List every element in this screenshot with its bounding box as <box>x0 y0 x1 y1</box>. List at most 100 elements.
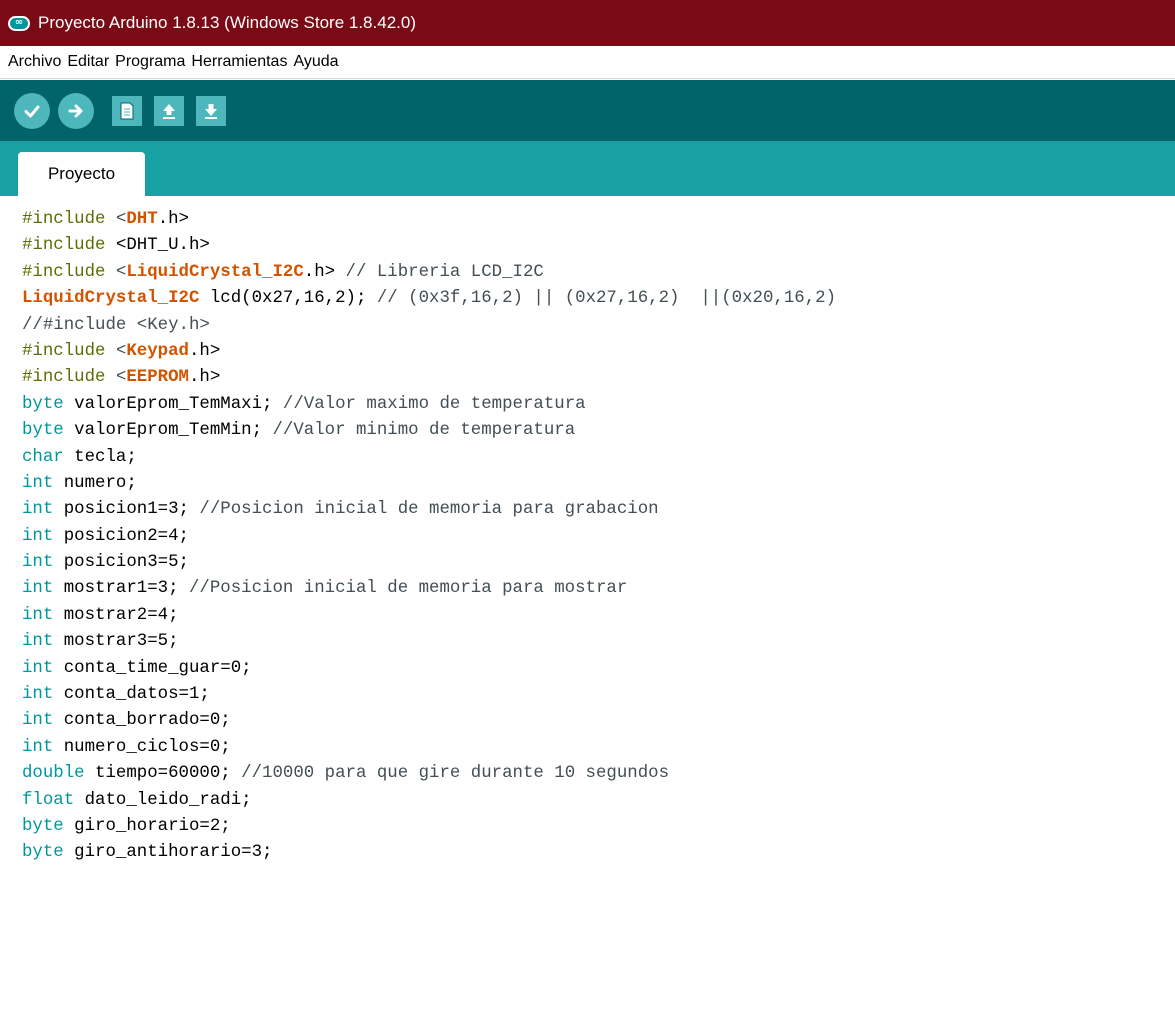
code-token: int <box>22 632 54 652</box>
code-token: //Posicion inicial de memoria para mostr… <box>178 579 628 599</box>
code-line: byte giro_antihorario=3; <box>22 840 836 866</box>
code-line: //#include <Key.h> <box>22 313 836 339</box>
code-text[interactable]: #include <DHT.h> #include <DHT_U.h> #inclu… <box>22 207 836 867</box>
code-line: int numero; <box>22 471 836 497</box>
arrow-right-icon <box>68 104 83 117</box>
code-line: #include <DHT.h> <box>22 207 836 233</box>
code-token: char <box>22 447 64 467</box>
code-token: byte <box>22 816 64 836</box>
code-line: #include <DHT_U.h> <box>22 233 836 259</box>
code-token: .h> <box>189 368 221 388</box>
code-token: numero_ciclos=0; <box>53 737 231 757</box>
code-token: //Valor maximo de temperatura <box>272 394 586 414</box>
title-bar: ∞ Proyecto Arduino 1.8.13 (Windows Store… <box>0 0 1175 46</box>
code-token: int <box>22 500 54 520</box>
code-token: #include <box>22 262 116 282</box>
code-token: conta_time_guar=0; <box>53 658 252 678</box>
code-line: LiquidCrystal_I2C lcd(0x27,16,2); // (0x… <box>22 286 836 312</box>
code-line: int numero_ciclos=0; <box>22 735 836 761</box>
code-token: DHT <box>126 210 158 229</box>
code-token: mostrar1=3; <box>53 579 179 599</box>
code-line: int posicion3=5; <box>22 550 836 576</box>
upload-button[interactable] <box>58 92 94 129</box>
code-token: posicion2=4; <box>53 526 189 546</box>
code-line: int mostrar2=4; <box>22 603 836 629</box>
window-title: Proyecto Arduino 1.8.13 (Windows Store 1… <box>38 13 416 32</box>
code-token: < <box>115 368 127 388</box>
toolbar <box>0 80 1175 141</box>
code-token: byte <box>22 421 64 441</box>
code-token: giro_antihorario=3; <box>63 843 273 863</box>
open-arrow-up-icon <box>163 103 175 119</box>
code-line: byte valorEprom_TemMaxi; //Valor maximo … <box>22 392 836 418</box>
code-token: giro_horario=2; <box>63 816 231 836</box>
save-arrow-down-icon <box>205 103 217 119</box>
code-token: #include <box>22 341 116 361</box>
code-line: int conta_datos=1; <box>22 682 836 708</box>
code-token: < <box>115 341 127 361</box>
code-token: conta_datos=1; <box>53 685 210 705</box>
code-token: int <box>22 579 54 599</box>
code-token: int <box>22 711 54 731</box>
code-token: mostrar2=4; <box>53 605 179 625</box>
code-token: int <box>22 473 54 493</box>
code-token: LiquidCrystal_I2C <box>126 262 304 282</box>
code-token: .h> <box>303 262 336 282</box>
code-token: int <box>22 737 54 757</box>
code-token: Keypad <box>126 341 189 361</box>
code-line: #include <Keypad.h> <box>22 339 836 365</box>
code-editor[interactable]: #include <DHT.h> #include <DHT_U.h> #inclu… <box>0 196 1175 1009</box>
code-token: .h> <box>157 210 189 229</box>
code-token: tecla; <box>63 447 137 467</box>
code-token: valorEprom_TemMaxi; <box>63 394 273 414</box>
verify-button[interactable] <box>14 92 50 129</box>
code-token: byte <box>22 843 64 863</box>
code-token: posicion3=5; <box>53 553 189 573</box>
code-token: LiquidCrystal_I2C <box>22 289 200 309</box>
code-line: int conta_borrado=0; <box>22 708 836 734</box>
code-line: byte valorEprom_TemMin; //Valor minimo d… <box>22 418 836 444</box>
code-token: float <box>22 790 75 810</box>
code-token: //#include <Key.h> <box>22 315 210 335</box>
tab-proyecto[interactable]: Proyecto <box>18 152 145 196</box>
code-token: #include <box>22 236 116 256</box>
menu-herramientas[interactable]: Herramientas <box>191 51 293 73</box>
menu-archivo[interactable]: Archivo <box>8 51 67 73</box>
open-button[interactable] <box>154 95 184 126</box>
code-token: numero; <box>53 473 137 493</box>
code-token: conta_borrado=0; <box>53 711 231 731</box>
new-document-icon <box>120 102 134 119</box>
code-token: posicion1=3; <box>53 500 189 520</box>
arduino-infinity-icon: ∞ <box>8 15 30 31</box>
menu-programa[interactable]: Programa <box>115 51 191 73</box>
code-token: < <box>115 262 127 282</box>
new-button[interactable] <box>112 95 142 126</box>
code-token: double <box>22 764 85 784</box>
code-line: #include <EEPROM.h> <box>22 365 836 391</box>
code-line: double tiempo=60000; //10000 para que gi… <box>22 761 836 787</box>
code-line: int conta_time_guar=0; <box>22 656 836 682</box>
save-button[interactable] <box>196 95 226 126</box>
code-token: #include <box>22 210 116 229</box>
code-token: dato_leido_radi; <box>74 790 252 810</box>
code-token: mostrar3=5; <box>53 632 179 652</box>
code-token: int <box>22 526 54 546</box>
code-line: #include <LiquidCrystal_I2C.h> // Librer… <box>22 260 836 286</box>
tab-bar: Proyecto <box>0 141 1175 196</box>
code-token: <DHT_U.h> <box>115 236 210 256</box>
menu-bar: Archivo Editar Programa Herramientas Ayu… <box>0 46 1175 79</box>
code-token: // Libreria LCD_I2C <box>335 262 544 282</box>
code-token: #include <box>22 368 116 388</box>
code-line: char tecla; <box>22 445 836 471</box>
code-token: byte <box>22 394 64 414</box>
menu-editar[interactable]: Editar <box>67 51 115 73</box>
menu-ayuda[interactable]: Ayuda <box>293 51 344 73</box>
code-line: int mostrar1=3; //Posicion inicial de me… <box>22 576 836 602</box>
code-token: int <box>22 685 54 705</box>
code-token: //Posicion inicial de memoria para graba… <box>188 500 659 520</box>
code-token: .h> <box>189 341 221 361</box>
code-token: int <box>22 605 54 625</box>
code-token: valorEprom_TemMin; <box>63 421 263 441</box>
code-line: int posicion1=3; //Posicion inicial de m… <box>22 497 836 523</box>
code-token: //10000 para que gire durante 10 segundo… <box>230 764 670 784</box>
